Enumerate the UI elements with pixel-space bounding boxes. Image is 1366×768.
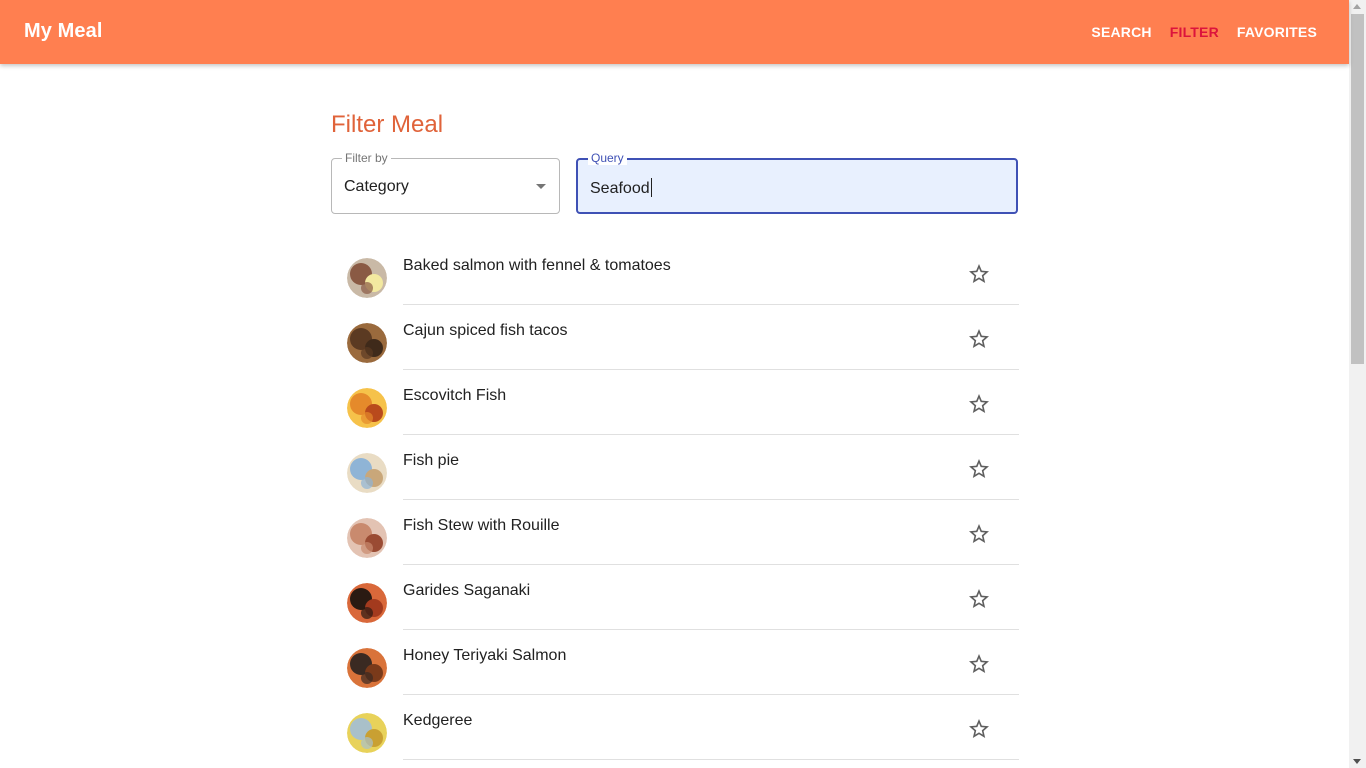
meal-list-item[interactable]: Escovitch Fish [331,370,1019,435]
meal-thumbnail [347,258,387,298]
meal-list-item[interactable]: Baked salmon with fennel & tomatoes [331,240,1019,305]
app-bar: My Meal SEARCH FILTER FAVORITES [0,0,1349,64]
query-field[interactable]: Query Seafood [576,151,1018,214]
meal-thumbnail [347,518,387,558]
meal-name[interactable]: Baked salmon with fennel & tomatoes [403,257,671,275]
filter-by-label: Filter by [342,151,391,165]
star-outline-icon[interactable] [967,717,991,741]
star-outline-icon[interactable] [967,327,991,351]
query-input[interactable]: Seafood [590,178,652,198]
page-title: Filter Meal [331,111,444,138]
meal-name[interactable]: Escovitch Fish [403,387,506,405]
filter-by-value[interactable]: Category [344,178,409,196]
meal-thumbnail [347,713,387,753]
text-caret [650,178,652,197]
meal-thumbnail [347,453,387,493]
star-outline-icon[interactable] [967,392,991,416]
meal-list-item[interactable]: Garides Saganaki [331,565,1019,630]
star-outline-icon[interactable] [967,457,991,481]
meal-list-item[interactable]: Honey Teriyaki Salmon [331,630,1019,695]
dropdown-arrow-icon[interactable] [536,184,546,189]
meal-name[interactable]: Garides Saganaki [403,582,530,600]
meal-name[interactable]: Fish pie [403,452,459,470]
meal-list-item[interactable]: Fish Stew with Rouille [331,500,1019,565]
list-divider [403,759,1019,760]
nav-search-link[interactable]: SEARCH [1091,24,1151,40]
query-label: Query [588,151,627,165]
nav-filter-link[interactable]: FILTER [1170,24,1219,40]
meal-name[interactable]: Fish Stew with Rouille [403,517,560,535]
app-title[interactable]: My Meal [24,20,103,43]
star-outline-icon[interactable] [967,652,991,676]
star-outline-icon[interactable] [967,262,991,286]
scroll-up-arrow-icon[interactable] [1353,4,1361,9]
scroll-down-arrow-icon[interactable] [1353,759,1361,764]
main-nav: SEARCH FILTER FAVORITES [1091,24,1317,40]
query-input-text[interactable]: Seafood [590,180,650,197]
meal-list: Baked salmon with fennel & tomatoes Cajun… [331,240,1019,760]
meal-name[interactable]: Honey Teriyaki Salmon [403,647,566,665]
meal-list-item[interactable]: Kedgeree [331,695,1019,760]
meal-thumbnail [347,583,387,623]
meal-thumbnail [347,648,387,688]
star-outline-icon[interactable] [967,587,991,611]
filter-by-select[interactable]: Filter by Category [331,151,560,214]
meal-name[interactable]: Kedgeree [403,712,472,730]
nav-favorites-link[interactable]: FAVORITES [1237,24,1317,40]
meal-list-item[interactable]: Cajun spiced fish tacos [331,305,1019,370]
star-outline-icon[interactable] [967,522,991,546]
scroll-thumb[interactable] [1351,14,1364,364]
page-scrollbar[interactable] [1349,0,1366,768]
meal-thumbnail [347,388,387,428]
meal-name[interactable]: Cajun spiced fish tacos [403,322,568,340]
meal-thumbnail [347,323,387,363]
meal-list-item[interactable]: Fish pie [331,435,1019,500]
